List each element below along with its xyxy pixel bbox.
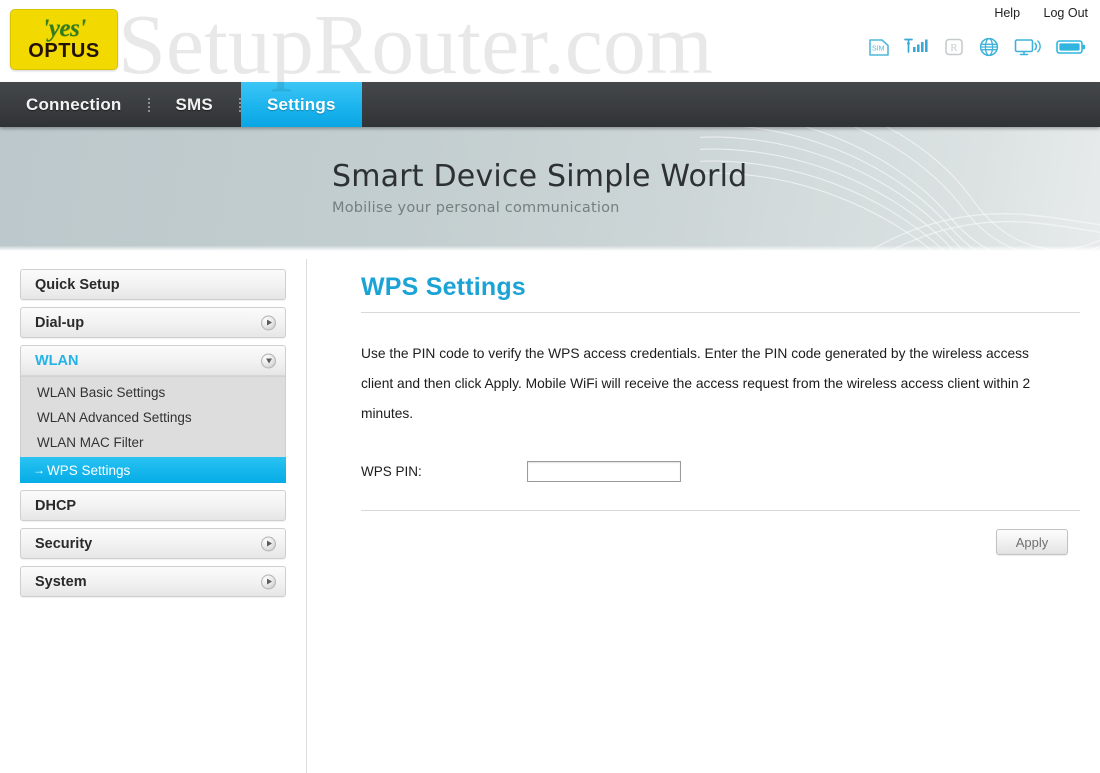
main-navigation: Connection SMS Settings (0, 82, 1100, 127)
battery-icon (1056, 38, 1086, 61)
page-header: 'yes' OPTUS Help Log Out SIM R (0, 0, 1100, 82)
sim-card-icon: SIM (868, 38, 890, 62)
chevron-right-icon[interactable] (261, 574, 276, 589)
title-divider (361, 312, 1080, 313)
page-body: Quick Setup Dial-up WLAN WLAN Basic Sett… (0, 251, 1100, 773)
globe-icon (978, 36, 1000, 63)
roaming-icon: R (944, 37, 964, 62)
sidebar-item-wps-settings[interactable]: → WPS Settings (20, 457, 286, 483)
wps-pin-label: WPS PIN: (361, 464, 422, 479)
status-icon-bar: SIM R (868, 36, 1086, 63)
sidebar-item-wlan[interactable]: WLAN (20, 345, 286, 376)
sidebar-label-dhcp: DHCP (35, 497, 77, 514)
action-row: Apply (361, 529, 1080, 555)
chevron-down-icon[interactable] (261, 353, 276, 368)
sidebar-divider (306, 259, 307, 773)
sidebar-label-security: Security (35, 535, 93, 552)
sidebar-item-quick-setup[interactable]: Quick Setup (20, 269, 286, 300)
nav-tab-settings[interactable]: Settings (240, 82, 362, 127)
sidebar-item-security[interactable]: Security (20, 528, 286, 559)
router-admin-page: 'yes' OPTUS Help Log Out SIM R Connectio… (0, 0, 1100, 773)
sidebar-item-system[interactable]: System (20, 566, 286, 597)
banner-swirl-decoration (700, 127, 1100, 251)
signal-strength-icon (904, 37, 930, 62)
sidebar-label-wlan: WLAN (35, 352, 79, 369)
banner-subtitle: Mobilise your personal communication (332, 200, 620, 216)
page-title: WPS Settings (361, 273, 526, 301)
logo-optus-text: OPTUS (28, 39, 100, 62)
sidebar: Quick Setup Dial-up WLAN WLAN Basic Sett… (0, 251, 306, 773)
promo-banner: Smart Device Simple World Mobilise your … (0, 127, 1100, 251)
nav-tab-sms[interactable]: SMS (150, 82, 239, 127)
wps-pin-row: WPS PIN: (361, 461, 1080, 482)
sidebar-label-wlan-basic-settings: WLAN Basic Settings (37, 385, 166, 400)
banner-text-block: Smart Device Simple World Mobilise your … (332, 159, 747, 216)
chevron-right-icon[interactable] (261, 536, 276, 551)
nav-tab-connection[interactable]: Connection (0, 82, 148, 127)
sidebar-label-wps-settings: WPS Settings (47, 462, 131, 478)
sidebar-item-wlan-advanced-settings[interactable]: WLAN Advanced Settings (21, 405, 285, 430)
svg-text:SIM: SIM (872, 45, 885, 52)
sidebar-label-system: System (35, 573, 87, 590)
arrow-right-icon: → (33, 463, 45, 477)
sidebar-item-dhcp[interactable]: DHCP (20, 490, 286, 521)
apply-button[interactable]: Apply (996, 529, 1068, 555)
wps-description: Use the PIN code to verify the WPS acces… (361, 346, 1031, 421)
logo-yes-text: 'yes' (42, 15, 86, 43)
sidebar-label-wlan-advanced-settings: WLAN Advanced Settings (37, 410, 192, 425)
banner-title: Smart Device Simple World (332, 159, 748, 194)
logout-link[interactable]: Log Out (1044, 6, 1088, 20)
sidebar-label-dial-up: Dial-up (35, 314, 85, 331)
chevron-right-icon[interactable] (261, 315, 276, 330)
sidebar-item-wlan-mac-filter[interactable]: WLAN MAC Filter (21, 430, 285, 455)
optus-logo: 'yes' OPTUS (10, 9, 118, 70)
sidebar-menu: Quick Setup Dial-up WLAN WLAN Basic Sett… (20, 269, 286, 597)
wifi-monitor-icon (1014, 37, 1042, 62)
svg-text:R: R (950, 42, 958, 54)
sidebar-label-quick-setup: Quick Setup (35, 276, 120, 293)
help-link[interactable]: Help (994, 6, 1020, 20)
main-content: WPS Settings Use the PIN code to verify … (306, 251, 1100, 773)
form-divider (361, 510, 1080, 511)
sidebar-item-dial-up[interactable]: Dial-up (20, 307, 286, 338)
sidebar-item-wlan-basic-settings[interactable]: WLAN Basic Settings (21, 380, 285, 405)
sidebar-label-wlan-mac-filter: WLAN MAC Filter (37, 435, 144, 450)
wps-pin-input[interactable] (527, 461, 681, 482)
sidebar-submenu-wlan: WLAN Basic Settings WLAN Advanced Settin… (20, 376, 286, 483)
header-links: Help Log Out (974, 6, 1088, 20)
